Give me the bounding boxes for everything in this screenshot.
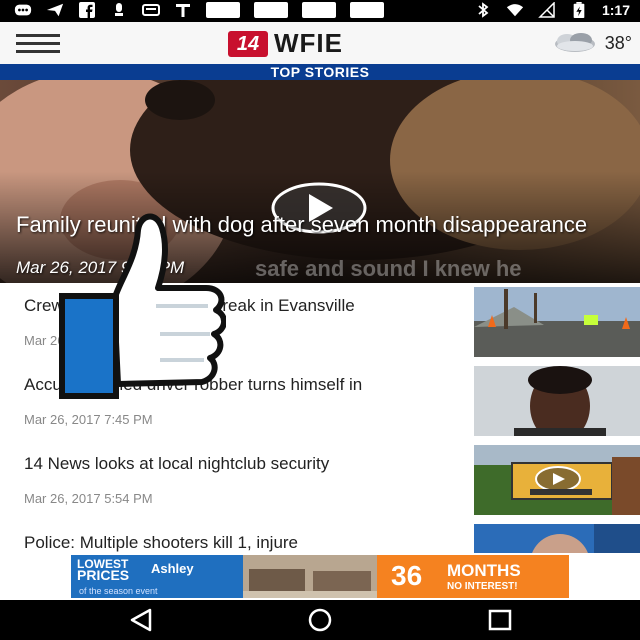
ad-brand: Ashley [151,561,194,576]
logo-badge: 14 [228,30,268,57]
ad-promo-right: 36 MONTHS NO INTEREST! [377,555,569,598]
recents-icon[interactable] [487,608,513,632]
list-item[interactable]: Police: Multiple shooters kill 1, injure [0,520,640,553]
home-icon[interactable] [307,608,333,632]
ad-interest: NO INTEREST! [447,581,518,592]
back-icon[interactable] [128,608,154,632]
system-icons: 1:17 [474,2,630,18]
app-icon [350,2,384,18]
ad-line2: PRICES [77,567,130,583]
story-thumbnail [474,445,640,515]
app-bar: 14 WFIE 38° [0,22,640,65]
menu-icon[interactable] [16,34,60,54]
ad-promo-left: LOWEST PRICES Ashley of the season event [71,555,243,598]
app-icon [254,2,288,18]
ad-banner[interactable]: LOWEST PRICES Ashley of the season event… [71,555,569,598]
app-icon [206,2,240,18]
send-icon [46,3,64,17]
hero-caption-overlay: safe and sound I knew he [255,256,522,281]
facebook-icon [79,2,95,18]
no-signal-icon [538,2,555,18]
story-title: 14 News looks at local nightclub securit… [24,454,330,473]
story-title: Police: Multiple shooters kill 1, injure [24,533,299,552]
list-item[interactable]: 14 News looks at local nightclub securit… [0,441,640,522]
station-logo[interactable]: 14 WFIE [228,28,343,59]
alert-icon [115,3,123,16]
story-date: Mar 26, 2017 5:54 PM [24,491,153,506]
ad-number: 36 [391,560,423,591]
thumbs-up-icon [59,213,226,399]
story-thumbnail [474,524,640,553]
status-bar: 1:17 [0,0,640,22]
story-thumbnail [474,366,640,436]
nav-bar [0,600,640,640]
weather-widget[interactable]: 38° [551,32,632,54]
clock: 1:17 [601,2,630,18]
story-thumbnail [474,287,640,357]
notification-icons [14,2,384,18]
wifi-icon [506,4,524,17]
logo-text: WFIE [274,28,343,58]
battery-icon [573,2,585,18]
section-header: TOP STORIES [0,64,640,80]
ad-subline: of the season event [79,586,158,596]
ad-banner-area: LOWEST PRICES Ashley of the season event… [0,553,640,600]
cloudy-weather-icon [554,33,595,52]
chat-icon [142,4,160,16]
bluetooth-icon [478,2,489,18]
app-icon [302,2,336,18]
ad-headline: LOWEST PRICES [77,558,130,583]
t-icon [176,4,190,17]
ad-months: MONTHS [447,561,521,580]
temperature: 38° [604,32,632,53]
ad-furniture-image [243,555,377,598]
story-date: Mar 26, 2017 7:45 PM [24,412,153,427]
messaging-icon [14,4,32,16]
